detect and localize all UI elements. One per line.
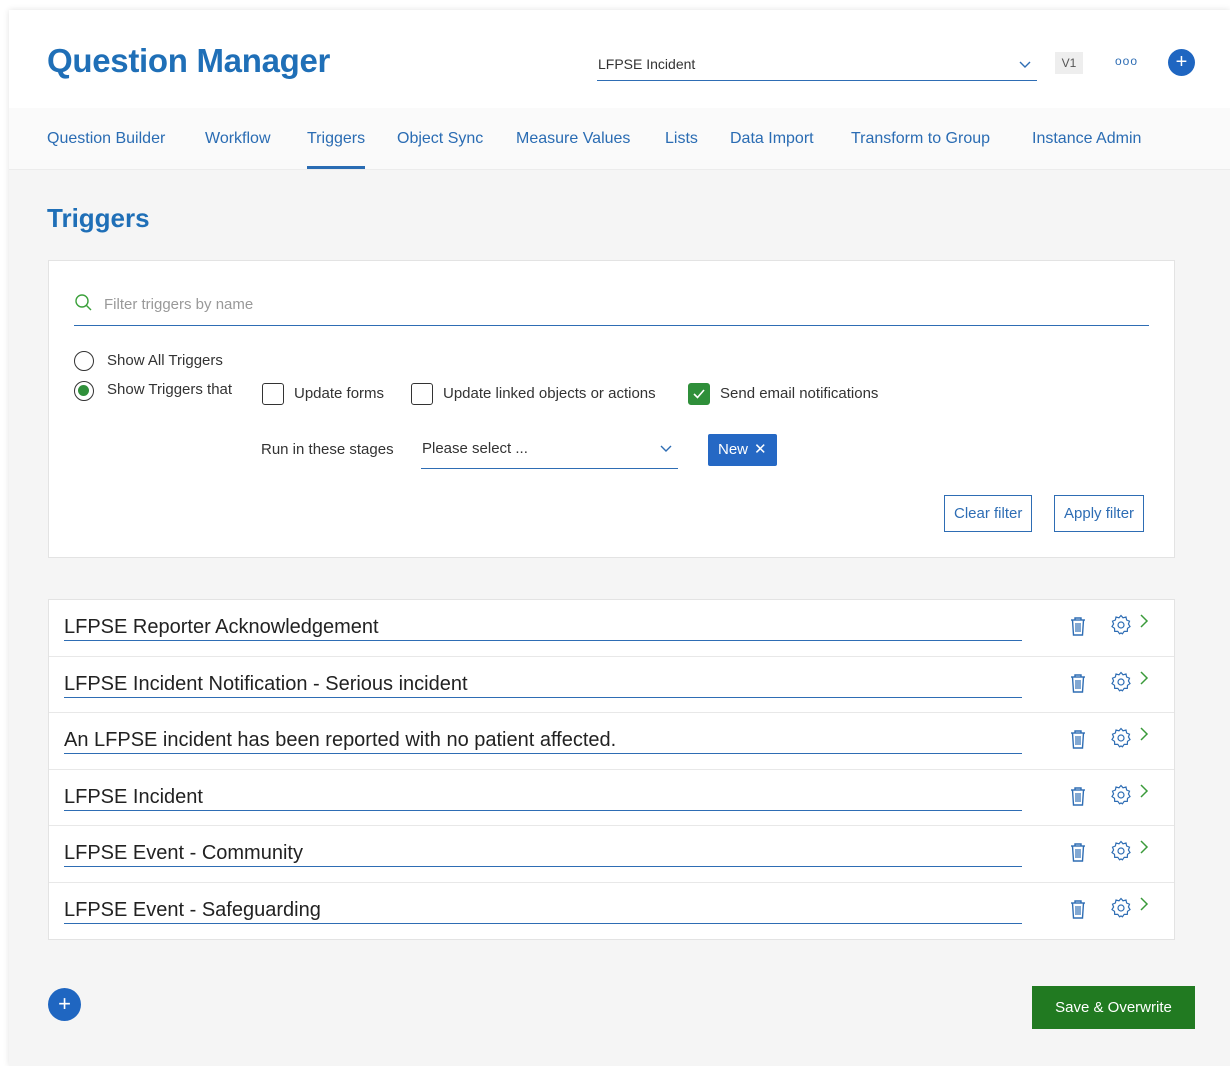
chevron-down-icon (1019, 56, 1031, 72)
page-title: Triggers (47, 203, 150, 233)
form-select[interactable]: LFPSE Incident (597, 52, 1037, 81)
list-item: LFPSE Event - Safeguarding (49, 883, 1174, 940)
stages-select-value: Please select ... (422, 440, 528, 457)
apply-filter-button[interactable]: Apply filter (1054, 495, 1145, 532)
trigger-name-field[interactable]: LFPSE Event - Community (64, 840, 1022, 867)
trigger-name-field[interactable]: LFPSE Incident Notification - Serious in… (64, 671, 1022, 698)
more-options-icon[interactable]: ooo (1115, 54, 1138, 68)
chevron-down-icon (660, 440, 672, 456)
gear-icon[interactable] (1110, 614, 1132, 636)
gear-icon[interactable] (1110, 727, 1132, 749)
header: Question Manager LFPSE Incident V1 ooo + (9, 10, 1230, 108)
app-title: Question Manager (47, 42, 331, 79)
tab-instance-admin[interactable]: Instance Admin (1032, 130, 1141, 148)
chevron-right-icon[interactable] (1139, 783, 1149, 804)
form-select-value: LFPSE Incident (598, 56, 696, 72)
list-item: LFPSE Incident (49, 770, 1174, 826)
radio-show-all-label: Show All Triggers (107, 352, 223, 369)
gear-icon[interactable] (1110, 784, 1132, 806)
trash-icon[interactable] (1069, 785, 1087, 807)
chevron-right-icon[interactable] (1139, 839, 1149, 860)
tab-measure-values[interactable]: Measure Values (516, 130, 630, 148)
tab-data-import[interactable]: Data Import (730, 130, 814, 148)
gear-icon[interactable] (1110, 840, 1132, 862)
chevron-right-icon[interactable] (1139, 726, 1149, 747)
trigger-name-field[interactable]: An LFPSE incident has been reported with… (64, 727, 1022, 754)
list-item: An LFPSE incident has been reported with… (49, 713, 1174, 770)
trigger-name-field[interactable]: LFPSE Incident (64, 784, 1022, 811)
radio-show-that-label: Show Triggers that (107, 381, 233, 398)
gear-icon[interactable] (1110, 897, 1132, 919)
radio-show-all[interactable] (74, 351, 94, 371)
tab-bar: Question Builder Workflow Triggers Objec… (9, 108, 1230, 170)
checkbox-send-email-label: Send email notifications (720, 385, 879, 402)
trash-icon[interactable] (1069, 728, 1087, 750)
tab-object-sync[interactable]: Object Sync (397, 130, 483, 148)
stage-tag: New ✕ (708, 434, 777, 466)
search-icon (74, 293, 94, 313)
filter-panel: Show All Triggers Show Triggers that Upd… (48, 260, 1175, 558)
checkbox-update-forms[interactable] (262, 383, 284, 405)
checkbox-send-email[interactable] (688, 383, 710, 405)
chevron-right-icon[interactable] (1139, 670, 1149, 691)
stages-select[interactable]: Please select ... (421, 431, 678, 469)
chevron-right-icon[interactable] (1139, 613, 1149, 634)
radio-show-that[interactable] (74, 381, 94, 401)
trigger-list: LFPSE Reporter Acknowledgement LFPSE Inci… (48, 599, 1175, 940)
stages-label: Run in these stages (261, 441, 394, 458)
clear-filter-button[interactable]: Clear filter (944, 495, 1033, 532)
page: Question Manager LFPSE Incident V1 ooo +… (9, 10, 1230, 1066)
trash-icon[interactable] (1069, 898, 1087, 920)
gear-icon[interactable] (1110, 671, 1132, 693)
trash-icon[interactable] (1069, 672, 1087, 694)
tab-lists[interactable]: Lists (665, 130, 698, 148)
search-input[interactable] (104, 293, 1134, 315)
list-item: LFPSE Incident Notification - Serious in… (49, 657, 1174, 713)
check-icon (693, 389, 705, 399)
search-field (74, 291, 1149, 326)
stage-tag-label: New (718, 441, 749, 458)
tab-transform-to-group[interactable]: Transform to Group (851, 130, 990, 148)
trash-icon[interactable] (1069, 841, 1087, 863)
list-item: LFPSE Reporter Acknowledgement (49, 600, 1174, 657)
add-trigger-button[interactable]: + (48, 988, 81, 1021)
save-overwrite-button[interactable]: Save & Overwrite (1032, 986, 1195, 1029)
trash-icon[interactable] (1069, 615, 1087, 637)
list-item: LFPSE Event - Community (49, 826, 1174, 883)
version-badge[interactable]: V1 (1055, 52, 1083, 74)
chevron-right-icon[interactable] (1139, 896, 1149, 917)
tab-workflow[interactable]: Workflow (205, 130, 271, 148)
trigger-name-field[interactable]: LFPSE Reporter Acknowledgement (64, 614, 1022, 641)
checkbox-update-forms-label: Update forms (294, 385, 385, 402)
tab-triggers[interactable]: Triggers (307, 130, 366, 169)
tab-question-builder[interactable]: Question Builder (47, 130, 165, 148)
add-button[interactable]: + (1168, 49, 1195, 76)
checkbox-update-linked[interactable] (411, 383, 433, 405)
trigger-name-field[interactable]: LFPSE Event - Safeguarding (64, 897, 1022, 924)
close-icon[interactable]: ✕ (754, 441, 767, 458)
checkbox-update-linked-label: Update linked objects or actions (443, 385, 656, 402)
